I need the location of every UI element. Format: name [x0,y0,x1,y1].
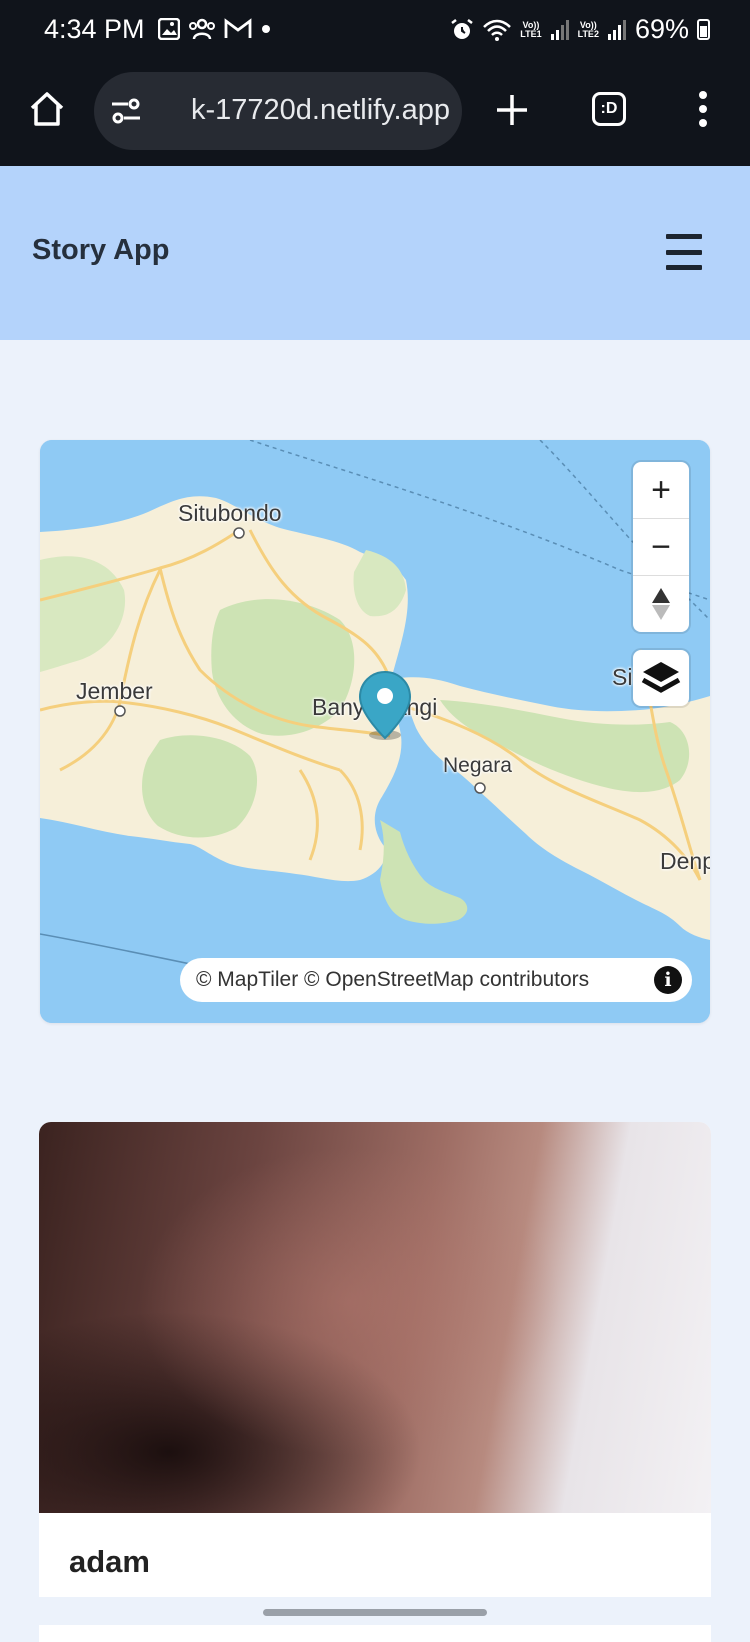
address-bar[interactable]: k-17720d.netlify.app [94,72,462,150]
notification-icons [158,18,272,40]
map-label-jember: Jember [76,678,153,704]
compass-button[interactable] [633,576,689,632]
map-navigation-control: + − [633,462,689,632]
compass-icon [652,588,670,620]
url-text[interactable]: k-17720d.netlify.app [160,94,450,127]
app-header: Story App [0,166,750,340]
map-label-negara: Negara [443,754,512,777]
status-bar: 4:34 PM Vo)) LTE1 Vo)) LTE2 69% [0,0,750,62]
status-indicators: Vo)) LTE1 Vo)) LTE2 69% [450,14,710,45]
battery-icon [697,19,710,40]
new-tab-icon[interactable] [494,92,530,128]
status-time: 4:34 PM [44,14,145,44]
layers-icon [641,662,681,693]
gallery-icon [158,18,180,40]
zoom-out-button[interactable]: − [633,519,689,576]
story-author-name: adam [69,1544,150,1579]
group-icon [189,18,215,40]
story-photo[interactable] [39,1122,711,1513]
browser-toolbar: k-17720d.netlify.app :D [0,62,750,166]
menu-hamburger-icon[interactable] [666,234,702,270]
zoom-in-button[interactable]: + [633,462,689,519]
attribution-text[interactable]: © MapTiler © OpenStreetMap contributors [196,968,589,992]
map-label-situbondo: Situbondo [178,500,282,526]
home-icon[interactable] [28,90,66,128]
map-attribution: © MapTiler © OpenStreetMap contributors … [180,958,692,1002]
alarm-icon [451,18,474,39]
more-options-icon[interactable] [697,90,709,128]
home-gesture-bar[interactable] [263,1609,487,1616]
story-card[interactable]: adam [39,1122,711,1642]
site-settings-icon[interactable] [110,96,142,126]
map-label-denpasar: Denp [660,848,710,874]
signal-icon-1 [550,19,569,40]
story-map[interactable]: Situbondo Jember Banyuwangi Negara Si ja… [40,440,710,1023]
story-location-marker-icon[interactable] [358,670,412,740]
info-icon[interactable]: i [654,966,682,994]
wifi-icon [483,19,512,41]
layer-switcher[interactable] [633,650,689,706]
network-lte1: Vo)) LTE1 [520,19,542,39]
signal-icon-2 [607,19,626,40]
tab-switcher-button[interactable]: :D [592,92,626,126]
dot-icon [262,25,270,33]
gmail-icon [224,18,252,38]
network-lte2: Vo)) LTE2 [577,19,599,39]
app-title[interactable]: Story App [32,234,169,267]
battery-percent: 69% [634,14,689,44]
